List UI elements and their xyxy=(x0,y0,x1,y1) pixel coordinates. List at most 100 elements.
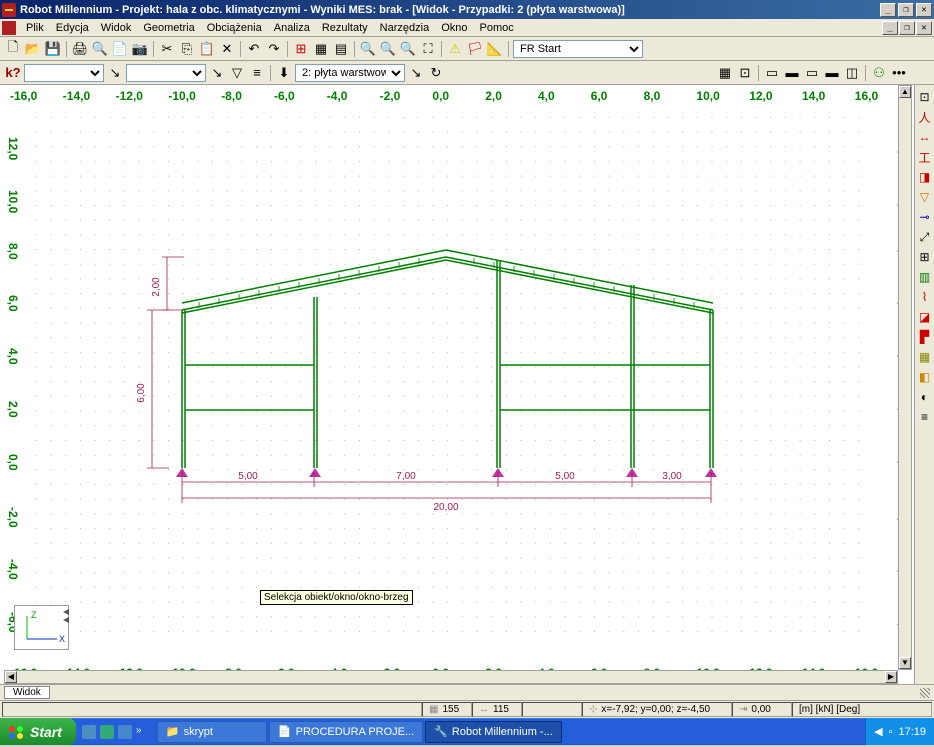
palette-edit-icon[interactable]: ◧ xyxy=(917,369,933,385)
system-tray[interactable]: ◀ ▫ 17:19 xyxy=(865,718,934,745)
close-button[interactable]: ✕ xyxy=(916,3,932,17)
select-case-icon[interactable]: ↘ xyxy=(407,64,425,82)
page-icon[interactable]: 📄 xyxy=(111,40,129,58)
menu-okno[interactable]: Okno xyxy=(435,22,473,34)
view4-icon[interactable]: ▬ xyxy=(823,64,841,82)
palette-calc-icon[interactable]: ≡ xyxy=(917,409,933,425)
menu-rezultaty[interactable]: Rezultaty xyxy=(316,22,374,34)
task-robot-millennium-[interactable]: 🔧Robot Millennium -... xyxy=(425,721,562,743)
coord-gizmo[interactable]: Z X xyxy=(14,605,69,650)
grid-icon[interactable]: ▦ xyxy=(716,64,734,82)
palette-snap-icon[interactable]: ⊡ xyxy=(917,89,933,105)
scrollbar-vertical[interactable]: ▲ ▼ xyxy=(898,85,912,670)
palette-plate-icon[interactable]: ▦ xyxy=(917,349,933,365)
undo-icon[interactable]: ↶ xyxy=(245,40,263,58)
palette-profile-icon[interactable]: 工 xyxy=(917,149,933,165)
view1-icon[interactable]: ▭ xyxy=(763,64,781,82)
zoom-in-icon[interactable]: 🔍 xyxy=(379,40,397,58)
case-icon[interactable]: ⬇ xyxy=(275,64,293,82)
scroll-down-icon[interactable]: ▼ xyxy=(899,657,911,669)
view3d-icon[interactable]: ◫ xyxy=(843,64,861,82)
select-bar-icon[interactable]: ↘ xyxy=(208,64,226,82)
menu-widok[interactable]: Widok xyxy=(95,22,138,34)
mdi-restore-button[interactable]: ❐ xyxy=(899,21,915,35)
view-tab-widok[interactable]: Widok xyxy=(4,686,50,699)
palette-cable-icon[interactable]: ⌇ xyxy=(917,289,933,305)
paste-icon[interactable]: 📋 xyxy=(198,40,216,58)
case-selector[interactable]: 2: płyta warstwowa xyxy=(295,64,405,82)
calc2-icon[interactable]: ▦ xyxy=(312,40,330,58)
redo-icon[interactable]: ↷ xyxy=(265,40,283,58)
zoom-all-icon[interactable]: ⛶ xyxy=(419,40,437,58)
info-icon[interactable]: 🏳 xyxy=(466,40,484,58)
bar-selector[interactable] xyxy=(126,64,206,82)
palette-node-icon[interactable]: 人 xyxy=(917,109,933,125)
tray-icon[interactable]: ◀ xyxy=(874,725,882,738)
screenshot-icon[interactable]: 📷 xyxy=(131,40,149,58)
table-icon[interactable]: ▤ xyxy=(332,40,350,58)
help-hint-icon[interactable]: k? xyxy=(4,64,22,82)
scroll-up-icon[interactable]: ▲ xyxy=(899,86,911,98)
menu-analiza[interactable]: Analiza xyxy=(268,22,316,34)
menu-obciążenia[interactable]: Obciążenia xyxy=(201,22,268,34)
scroll-right-icon[interactable]: ▶ xyxy=(885,671,897,683)
view2-icon[interactable]: ▬ xyxy=(783,64,801,82)
palette-hinge-icon[interactable]: ▛ xyxy=(917,329,933,345)
maximize-button[interactable]: ❐ xyxy=(898,3,914,17)
palette-offset-icon[interactable]: ⤢ xyxy=(917,229,933,245)
palette-info-icon[interactable]: ◐ xyxy=(917,389,933,405)
ql-icon-1[interactable] xyxy=(82,725,96,739)
task-procedura-proje-[interactable]: 📄PROCEDURA PROJE... xyxy=(269,721,423,743)
scroll-left-icon[interactable]: ◀ xyxy=(5,671,17,683)
select-node-icon[interactable]: ↘ xyxy=(106,64,124,82)
node-selector[interactable] xyxy=(24,64,104,82)
save-icon[interactable]: 💾 xyxy=(44,40,62,58)
folder-icon: 📁 xyxy=(166,725,180,738)
cut-icon[interactable]: ✂ xyxy=(158,40,176,58)
zoom-out-icon[interactable]: 🔍 xyxy=(399,40,417,58)
delete-icon[interactable]: ✕ xyxy=(218,40,236,58)
tree-icon[interactable]: ⚇ xyxy=(870,64,888,82)
measure-icon[interactable]: 📐 xyxy=(486,40,504,58)
open-icon[interactable]: 📂 xyxy=(24,40,42,58)
menu-geometria[interactable]: Geometria xyxy=(137,22,200,34)
minimize-button[interactable]: _ xyxy=(880,3,896,17)
zoom-window-icon[interactable]: 🔍 xyxy=(359,40,377,58)
nodes-icon[interactable]: ••• xyxy=(890,64,908,82)
palette-load-icon[interactable]: ⊞ xyxy=(917,249,933,265)
mdi-minimize-button[interactable]: _ xyxy=(882,21,898,35)
layout-selector[interactable]: FR Start xyxy=(513,40,643,58)
print-icon[interactable]: 🖨 xyxy=(71,40,89,58)
ql-icon-2[interactable] xyxy=(100,725,114,739)
task-skrypt[interactable]: 📁skrypt xyxy=(157,721,267,743)
view3-icon[interactable]: ▭ xyxy=(803,64,821,82)
palette-release-icon[interactable]: ⊸ xyxy=(917,209,933,225)
layers-icon[interactable]: ≡ xyxy=(248,64,266,82)
mdi-close-button[interactable]: ✕ xyxy=(916,21,932,35)
drawing-canvas[interactable]: -16,0-14,0-12,0-10,0-8,0-6,0-4,0-2,00,02… xyxy=(4,85,898,670)
calc-icon[interactable]: ⊞ xyxy=(292,40,310,58)
palette-material-icon[interactable]: ◨ xyxy=(917,169,933,185)
ql-icon-4[interactable]: » xyxy=(136,725,150,739)
palette-bar-icon[interactable]: ↔ xyxy=(917,129,933,145)
palette-loadtype-icon[interactable]: ▥ xyxy=(917,269,933,285)
scrollbar-horizontal[interactable]: ◀ ▶ xyxy=(4,670,898,684)
copy-icon[interactable]: ⎘ xyxy=(178,40,196,58)
palette-panel-icon[interactable]: ◪ xyxy=(917,309,933,325)
menu-pomoc[interactable]: Pomoc xyxy=(474,22,520,34)
menu-narzędzia[interactable]: Narzędzia xyxy=(374,22,436,34)
svg-text:3,00: 3,00 xyxy=(662,471,682,482)
quicklaunch[interactable]: » xyxy=(76,725,156,739)
menu-plik[interactable]: Plik xyxy=(20,22,50,34)
reload-icon[interactable]: ↻ xyxy=(427,64,445,82)
start-button[interactable]: Start xyxy=(0,718,76,745)
warning-icon[interactable]: ⚠ xyxy=(446,40,464,58)
preview-icon[interactable]: 🔍 xyxy=(91,40,109,58)
ql-icon-3[interactable] xyxy=(118,725,132,739)
funnel-icon[interactable]: ▽ xyxy=(228,64,246,82)
menu-edycja[interactable]: Edycja xyxy=(50,22,95,34)
new-icon[interactable]: 🗋 xyxy=(4,40,22,58)
snap-icon[interactable]: ⊡ xyxy=(736,64,754,82)
palette-support-icon[interactable]: ▽ xyxy=(917,189,933,205)
tray-app-icon[interactable]: ▫ xyxy=(889,726,893,738)
